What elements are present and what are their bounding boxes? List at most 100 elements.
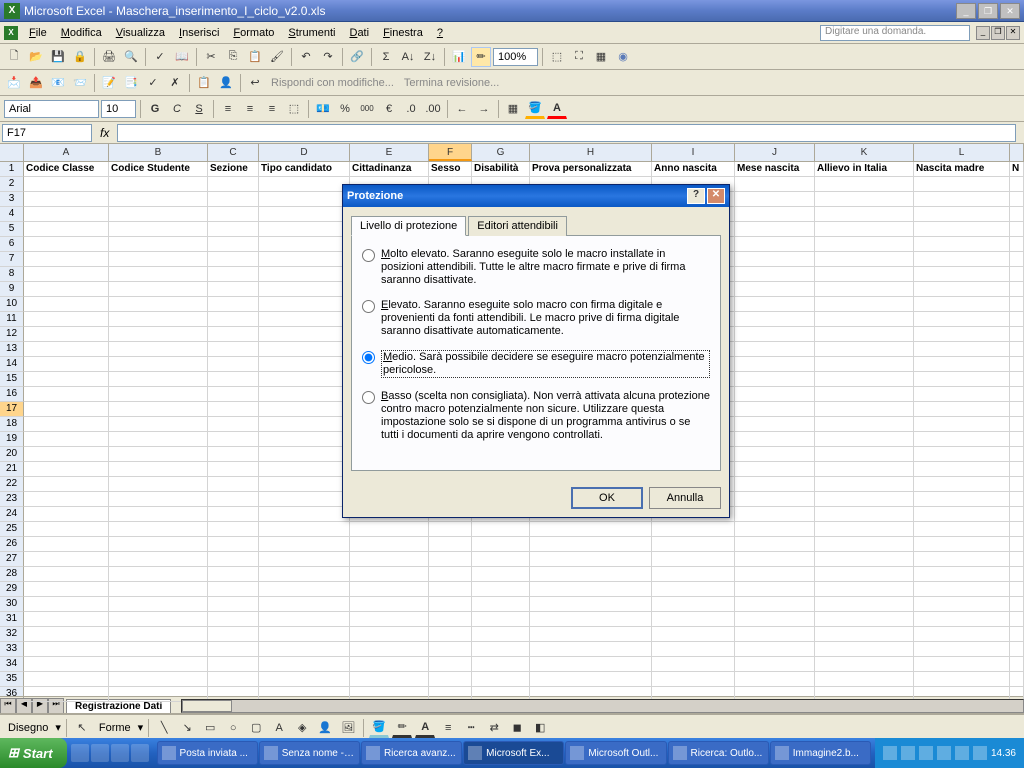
cell[interactable] [259, 552, 350, 567]
cell[interactable]: Disabilità [472, 162, 530, 177]
cell[interactable] [350, 672, 429, 687]
column-header[interactable]: H [530, 144, 652, 161]
cell[interactable] [815, 327, 914, 342]
align-right-icon[interactable]: ≡ [262, 99, 282, 119]
cell[interactable] [472, 582, 530, 597]
cell[interactable] [914, 612, 1010, 627]
align-left-icon[interactable]: ≡ [218, 99, 238, 119]
cell[interactable] [208, 612, 259, 627]
cell[interactable] [350, 537, 429, 552]
drawing-toggle-icon[interactable]: ✏ [471, 47, 491, 67]
menu-modifica[interactable]: Modifica [54, 25, 109, 41]
cell[interactable] [815, 657, 914, 672]
cell[interactable] [109, 627, 208, 642]
window-icon[interactable]: ▦ [591, 47, 611, 67]
cell[interactable] [815, 387, 914, 402]
cell[interactable] [109, 237, 208, 252]
cell[interactable] [208, 432, 259, 447]
sort-desc-icon[interactable]: Z↓ [420, 47, 440, 67]
cell[interactable] [815, 492, 914, 507]
menu-file[interactable]: File [22, 25, 54, 41]
cell[interactable] [914, 522, 1010, 537]
save-icon[interactable]: 💾 [48, 47, 68, 67]
cell[interactable] [24, 522, 109, 537]
cell[interactable] [735, 357, 815, 372]
cell[interactable] [429, 672, 472, 687]
wordart-icon[interactable]: A [269, 718, 289, 738]
cell[interactable] [24, 177, 109, 192]
cell[interactable] [815, 237, 914, 252]
respond-changes[interactable]: Rispondi con modifiche... [267, 77, 398, 89]
cell[interactable] [259, 312, 350, 327]
cell[interactable] [914, 402, 1010, 417]
rev-icon-7[interactable]: ✓ [143, 73, 163, 93]
cell[interactable] [24, 657, 109, 672]
cell[interactable] [815, 342, 914, 357]
cell[interactable] [815, 432, 914, 447]
format-painter-icon[interactable]: 🖌 [267, 47, 287, 67]
cell[interactable] [815, 177, 914, 192]
cell[interactable] [429, 567, 472, 582]
cell[interactable] [259, 417, 350, 432]
cell[interactable] [735, 612, 815, 627]
cell[interactable] [208, 507, 259, 522]
cell[interactable] [208, 177, 259, 192]
column-header[interactable]: L [914, 144, 1010, 161]
cell[interactable] [914, 252, 1010, 267]
row-header[interactable]: 3 [0, 192, 24, 207]
cell[interactable] [472, 627, 530, 642]
cell[interactable] [530, 627, 652, 642]
italic-button[interactable]: C [167, 99, 187, 119]
cell[interactable] [815, 522, 914, 537]
tray-icon[interactable] [919, 746, 933, 760]
cell[interactable] [530, 672, 652, 687]
cell[interactable] [109, 192, 208, 207]
rev-icon-1[interactable]: 📩 [4, 73, 24, 93]
cell[interactable] [24, 537, 109, 552]
line-style-icon[interactable]: ≡ [438, 718, 458, 738]
rev-icon-2[interactable]: 📤 [26, 73, 46, 93]
cell[interactable] [735, 177, 815, 192]
system-tray[interactable]: 14.36 [875, 738, 1024, 768]
cell[interactable] [109, 327, 208, 342]
paste-icon[interactable]: 📋 [245, 47, 265, 67]
currency-icon[interactable]: 💶 [313, 99, 333, 119]
cell[interactable] [472, 567, 530, 582]
row-header[interactable]: 29 [0, 582, 24, 597]
taskbar-task[interactable]: Posta inviata ... [157, 741, 258, 765]
row-header[interactable]: 6 [0, 237, 24, 252]
row-header[interactable]: 2 [0, 177, 24, 192]
cell[interactable] [914, 207, 1010, 222]
cell[interactable] [259, 462, 350, 477]
column-header[interactable]: E [350, 144, 429, 161]
cell[interactable] [735, 522, 815, 537]
fill-color-draw-icon[interactable]: 🪣 [369, 718, 389, 738]
inc-indent-icon[interactable]: → [474, 99, 494, 119]
cell[interactable]: Codice Studente [109, 162, 208, 177]
print-icon[interactable]: 🖨 [99, 47, 119, 67]
name-box[interactable]: F17 [2, 124, 92, 142]
restore-button[interactable]: ❐ [978, 3, 998, 19]
cell[interactable] [914, 417, 1010, 432]
cell[interactable] [109, 642, 208, 657]
cell[interactable] [109, 282, 208, 297]
help-icon[interactable]: ◉ [613, 47, 633, 67]
taskbar-task[interactable]: Ricerca avanz... [361, 741, 462, 765]
row-header[interactable]: 7 [0, 252, 24, 267]
cell[interactable] [914, 237, 1010, 252]
cell[interactable] [914, 357, 1010, 372]
cell[interactable] [259, 492, 350, 507]
row-header[interactable]: 8 [0, 267, 24, 282]
preview-icon[interactable]: 🔍 [121, 47, 141, 67]
cell[interactable] [259, 207, 350, 222]
cell[interactable] [24, 297, 109, 312]
cell[interactable] [24, 612, 109, 627]
cell[interactable] [652, 672, 735, 687]
row-header[interactable]: 16 [0, 387, 24, 402]
cell[interactable] [350, 612, 429, 627]
formula-input[interactable] [117, 124, 1016, 142]
cell[interactable]: Anno nascita [652, 162, 735, 177]
cell[interactable] [208, 627, 259, 642]
row-header[interactable]: 35 [0, 672, 24, 687]
cell[interactable] [914, 222, 1010, 237]
